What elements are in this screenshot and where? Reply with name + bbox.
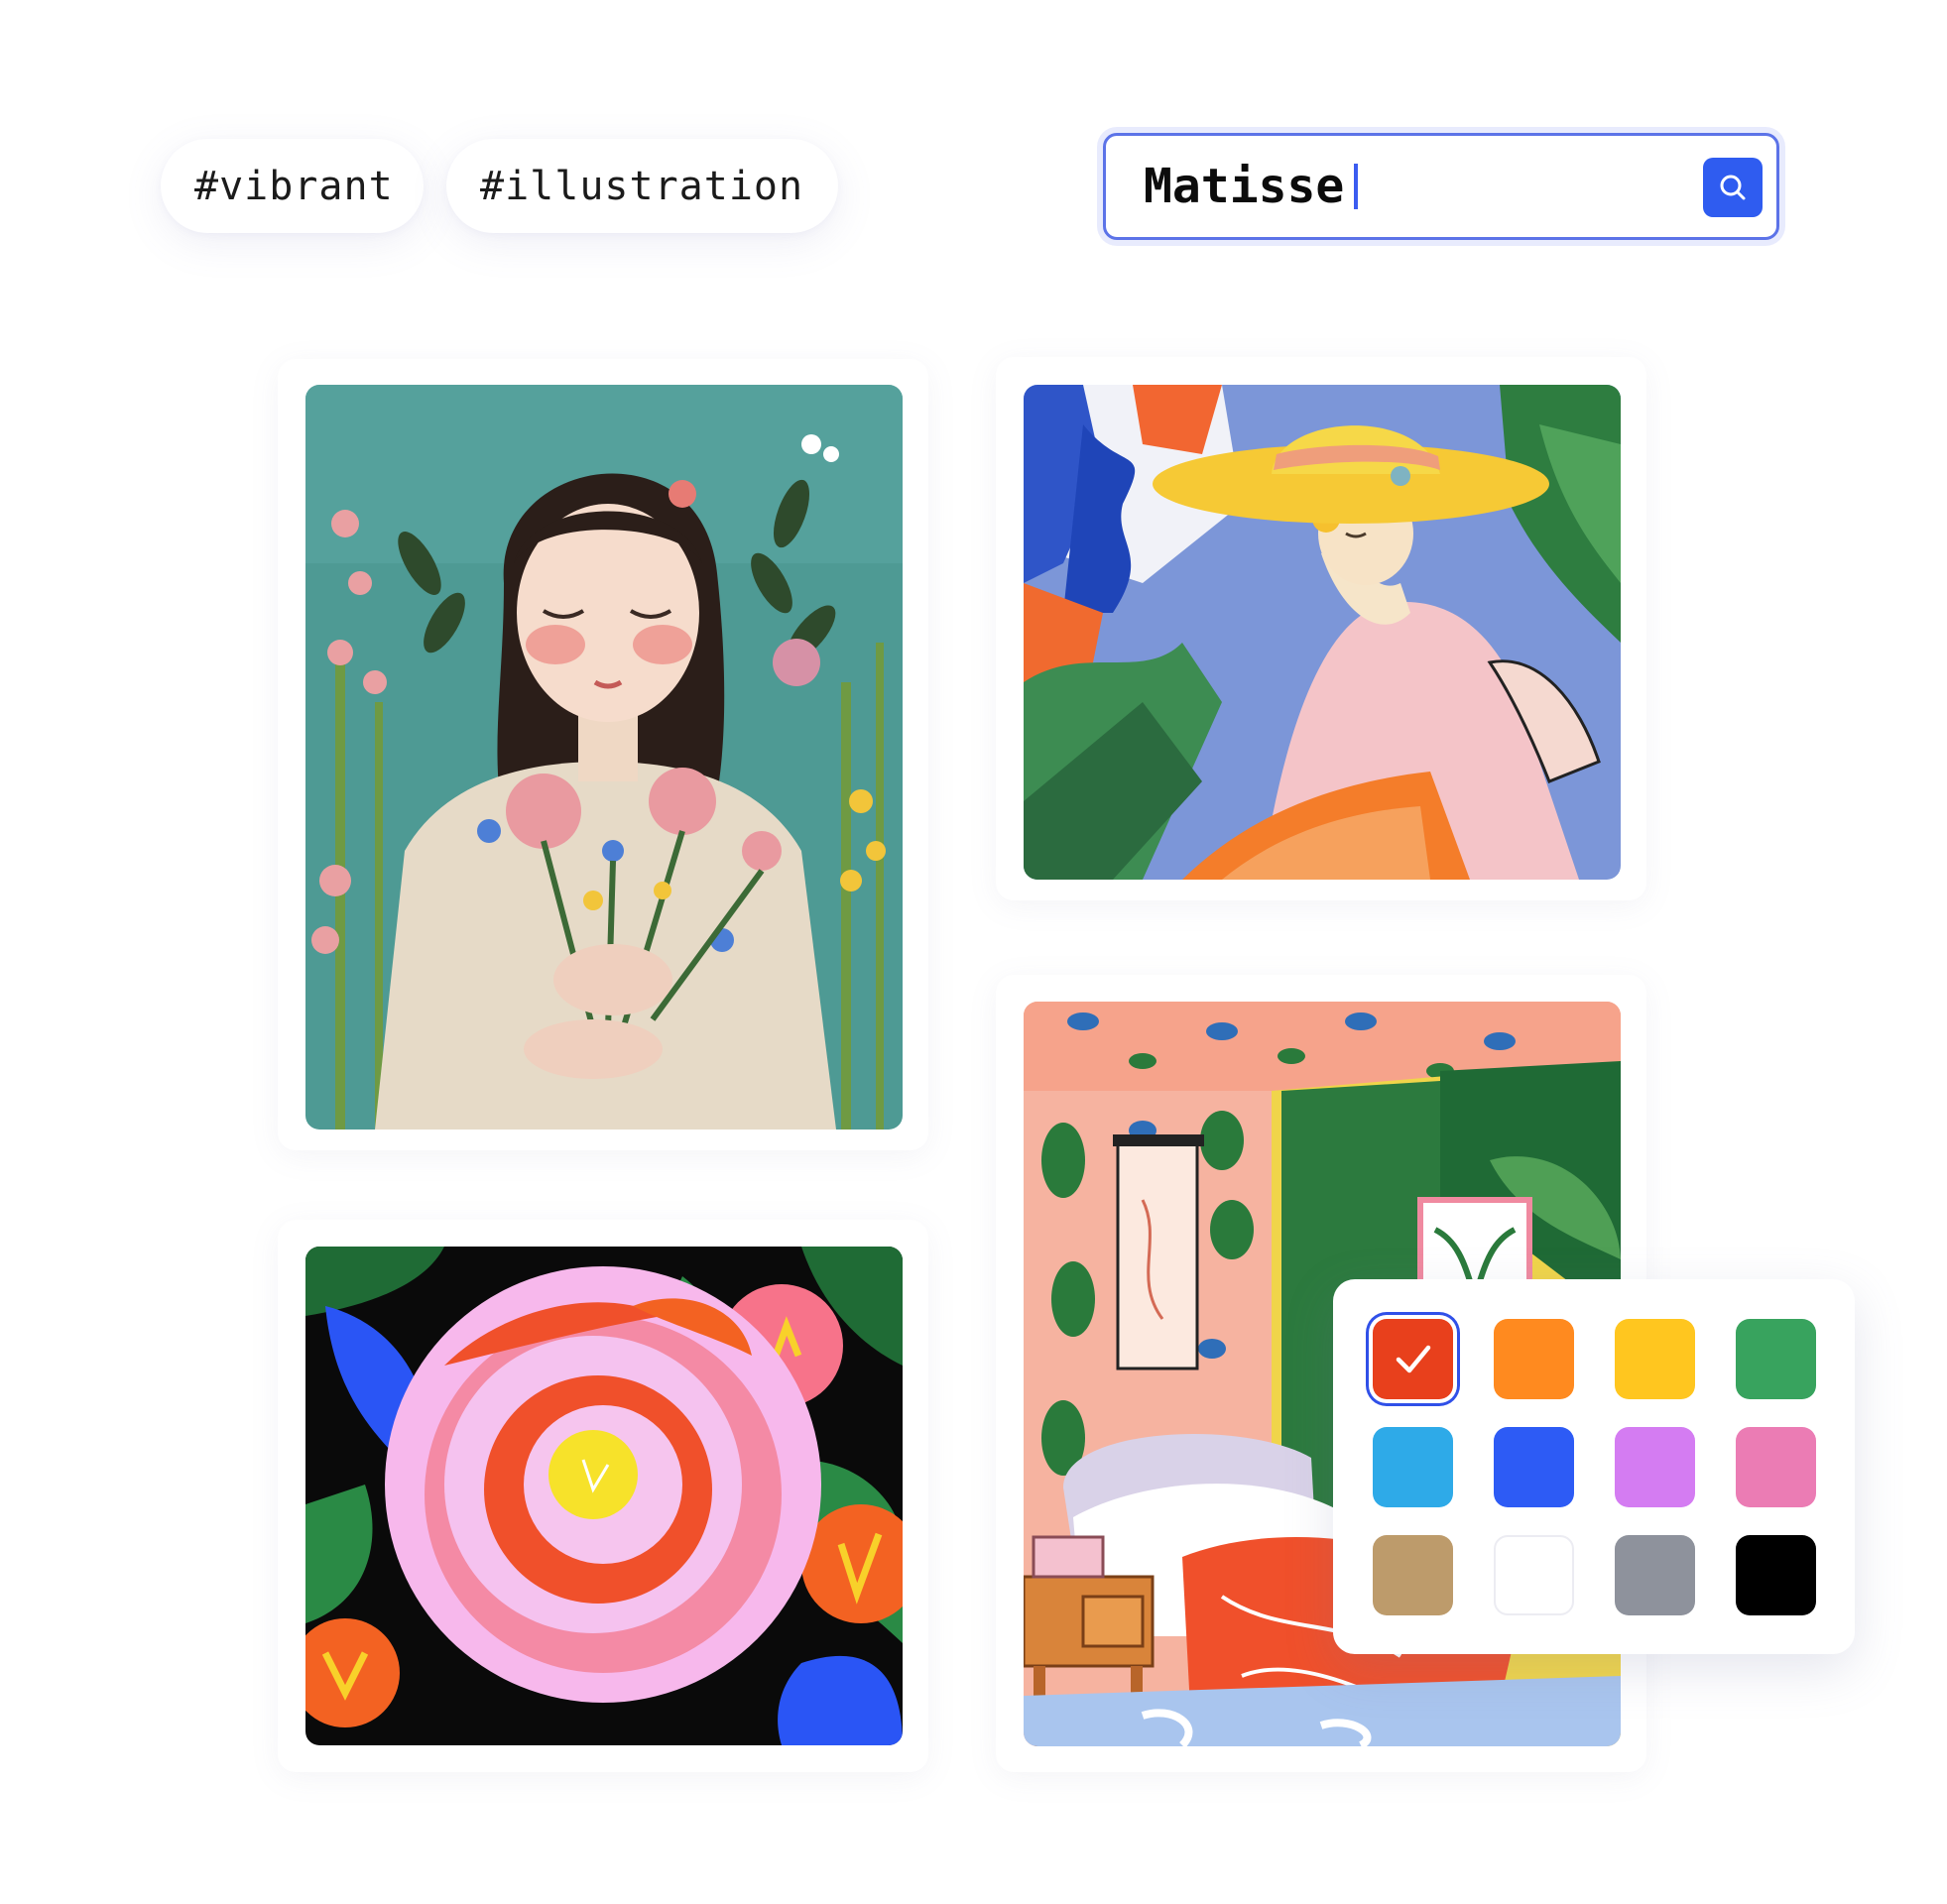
swatch-white[interactable] — [1494, 1535, 1574, 1615]
swatch-pink[interactable] — [1736, 1427, 1816, 1507]
swatch-yellow[interactable] — [1615, 1319, 1695, 1399]
artwork-bold-flower — [305, 1247, 903, 1745]
search-query: Matisse — [1144, 159, 1345, 214]
swatch-light-blue[interactable] — [1373, 1427, 1453, 1507]
text-caret — [1354, 164, 1359, 209]
swatch-black[interactable] — [1736, 1535, 1816, 1615]
swatch-gray[interactable] — [1615, 1535, 1695, 1615]
artwork-woman-in-yellow-hat — [1024, 385, 1621, 880]
color-palette — [1333, 1279, 1855, 1654]
search-button[interactable] — [1703, 158, 1763, 217]
checkmark-icon — [1396, 1345, 1431, 1373]
tag-label: #vibrant — [194, 163, 394, 209]
image-card-woman-in-yellow-hat[interactable] — [996, 357, 1646, 900]
tag-label: #illustration — [480, 163, 804, 209]
search-input[interactable]: Matisse — [1103, 133, 1779, 240]
swatch-purple[interactable] — [1615, 1427, 1695, 1507]
page: #vibrant #illustration Matisse — [0, 0, 1947, 1904]
search-icon — [1720, 175, 1746, 200]
artwork-girl-with-flowers — [305, 385, 903, 1130]
image-card-girl-with-flowers[interactable] — [278, 359, 928, 1150]
swatch-red[interactable] — [1373, 1319, 1453, 1399]
swatch-orange[interactable] — [1494, 1319, 1574, 1399]
tag-chip-vibrant[interactable]: #vibrant — [161, 139, 424, 233]
swatch-green[interactable] — [1736, 1319, 1816, 1399]
swatch-blue[interactable] — [1494, 1427, 1574, 1507]
tag-chip-illustration[interactable]: #illustration — [446, 139, 838, 233]
image-card-bold-flower[interactable] — [278, 1220, 928, 1772]
swatch-tan[interactable] — [1373, 1535, 1453, 1615]
